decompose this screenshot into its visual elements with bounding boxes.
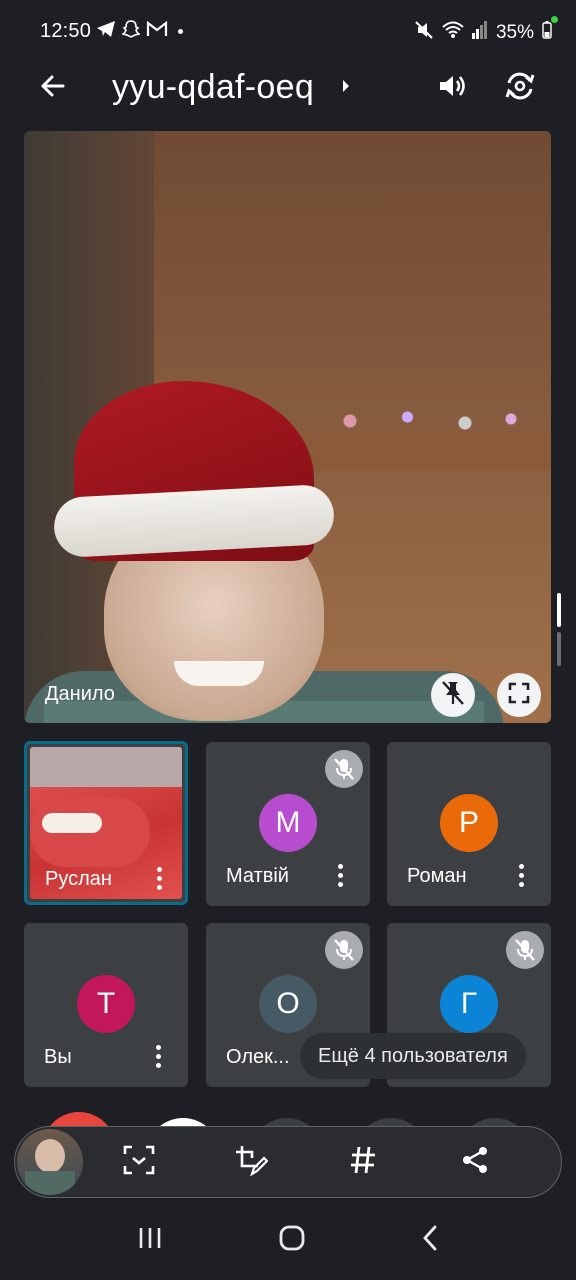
screenshot-toolbar <box>14 1126 562 1198</box>
mute-icon <box>414 20 434 46</box>
status-right: 35% <box>414 20 552 46</box>
speaker-icon <box>437 72 467 105</box>
more-options-icon[interactable] <box>149 867 169 890</box>
participant-name: Вы <box>44 1046 72 1068</box>
participant-tile-self[interactable]: Т Вы <box>24 923 188 1087</box>
participant-name: Руслан <box>45 868 112 890</box>
telegram-icon <box>96 20 116 43</box>
participant-name: Олек... <box>226 1046 290 1068</box>
avatar: М <box>259 794 317 852</box>
main-video-tile[interactable]: Данило <box>24 131 551 723</box>
home-icon[interactable] <box>278 1225 306 1256</box>
thumbnail-face <box>35 1139 65 1173</box>
video-tinsel <box>304 401 534 441</box>
privacy-indicator <box>551 16 558 23</box>
scrollbar-thumb[interactable] <box>557 593 561 627</box>
scrollbar-track[interactable] <box>557 632 561 666</box>
video-smile <box>174 661 264 686</box>
audio-output-button[interactable] <box>432 66 472 110</box>
recent-apps-icon[interactable] <box>137 1226 163 1255</box>
battery-icon <box>542 21 552 45</box>
share-button[interactable] <box>419 1132 531 1192</box>
participant-tile-roman[interactable]: Р Роман <box>387 742 551 906</box>
switch-camera-button[interactable] <box>498 66 542 110</box>
more-options-icon[interactable] <box>148 1045 168 1068</box>
mic-off-icon <box>506 931 544 969</box>
participant-tile-matvii[interactable]: М Матвій <box>206 742 370 906</box>
mic-off-icon <box>325 750 363 788</box>
participant-tile-ruslan[interactable]: Руслан <box>24 741 188 905</box>
thumbnail-shirt <box>25 1171 75 1195</box>
chevron-right-icon <box>341 79 351 98</box>
status-left-icons <box>96 20 183 43</box>
back-icon[interactable] <box>421 1225 439 1256</box>
more-options-icon[interactable] <box>330 864 350 887</box>
switch-camera-icon <box>504 71 536 106</box>
back-button[interactable] <box>32 68 72 108</box>
screenshot-thumbnail[interactable] <box>17 1129 83 1195</box>
more-options-icon[interactable] <box>511 864 531 887</box>
participant-name: Матвій <box>226 865 289 887</box>
avatar: Р <box>440 794 498 852</box>
more-participants-chip[interactable]: Ещё 4 пользователя <box>300 1033 526 1079</box>
main-video-name: Данило <box>45 683 115 705</box>
avatar: Г <box>440 975 498 1033</box>
unpin-button[interactable] <box>431 673 475 717</box>
battery-text: 35% <box>495 22 534 43</box>
avatar: Т <box>77 975 135 1033</box>
fullscreen-icon <box>508 682 530 709</box>
arrow-left-icon <box>39 74 65 103</box>
system-nav-bar <box>0 1200 576 1280</box>
scan-button[interactable] <box>83 1132 195 1192</box>
fullscreen-button[interactable] <box>497 673 541 717</box>
share-icon <box>461 1145 489 1180</box>
wifi-icon <box>442 21 464 45</box>
tag-button[interactable] <box>307 1132 419 1192</box>
mic-off-icon <box>325 931 363 969</box>
avatar: О <box>259 975 317 1033</box>
snapchat-icon <box>120 20 142 43</box>
meeting-info-button[interactable] <box>336 76 356 100</box>
dot-icon <box>178 29 183 34</box>
edit-button[interactable] <box>195 1132 307 1192</box>
hashtag-icon <box>349 1145 377 1180</box>
signal-icon <box>471 21 488 45</box>
edit-crop-icon <box>234 1144 269 1181</box>
unpin-icon <box>441 680 465 711</box>
video-top <box>30 747 182 787</box>
participant-name: Роман <box>407 865 467 887</box>
status-time: 12:50 <box>40 20 92 42</box>
gmail-icon <box>146 20 168 42</box>
video-car-eyes <box>42 813 102 833</box>
meeting-code[interactable]: yyu-qdaf-oeq <box>112 68 314 107</box>
screenshot-scan-icon <box>123 1145 155 1180</box>
